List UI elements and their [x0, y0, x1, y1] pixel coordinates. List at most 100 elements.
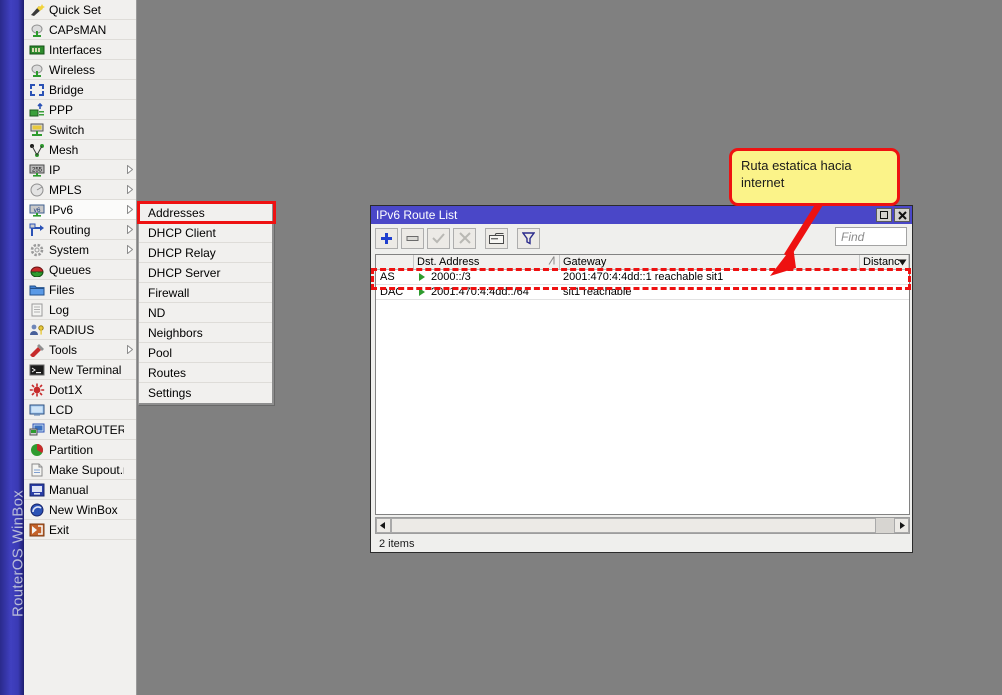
sidebar-item-ppp[interactable]: PPP [24, 100, 136, 120]
lcd-icon [28, 402, 45, 418]
chevron-right-icon [124, 185, 136, 194]
sidebar-item-manual[interactable]: Manual [24, 480, 136, 500]
submenu-item-dhcp-server[interactable]: DHCP Server [139, 263, 272, 283]
submenu-item-settings[interactable]: Settings [139, 383, 272, 403]
sidebar-item-label: MetaROUTER [49, 423, 124, 437]
sidebar-item-label: Make Supout.rif [49, 463, 124, 477]
log-icon [28, 302, 45, 318]
sidebar-item-interfaces[interactable]: Interfaces [24, 40, 136, 60]
main-menu: Quick SetCAPsMANInterfacesWirelessBridge… [24, 0, 137, 695]
sidebar-item-routing[interactable]: Routing [24, 220, 136, 240]
mpls-icon [28, 182, 45, 198]
column-header-flags[interactable] [376, 255, 414, 269]
close-icon[interactable] [894, 208, 910, 222]
submenu-item-dhcp-client[interactable]: DHCP Client [139, 223, 272, 243]
enable-route-button[interactable] [427, 228, 450, 249]
filter-icon[interactable] [517, 228, 540, 249]
column-header-dst-address[interactable]: Dst. Address [414, 255, 560, 269]
sidebar-item-new-terminal[interactable]: New Terminal [24, 360, 136, 380]
sidebar-item-new-winbox[interactable]: New WinBox [24, 500, 136, 520]
sidebar-item-metarouter[interactable]: MetaROUTER [24, 420, 136, 440]
submenu-item-firewall[interactable]: Firewall [139, 283, 272, 303]
chevron-right-icon [124, 345, 136, 354]
sidebar-item-label: Exit [49, 523, 124, 537]
sidebar-item-label: IP [49, 163, 124, 177]
search-placeholder: Find [841, 230, 864, 244]
sidebar-item-files[interactable]: Files [24, 280, 136, 300]
access-point-icon [28, 22, 45, 38]
svg-text:v6: v6 [33, 206, 40, 213]
sidebar-item-dot1x[interactable]: Dot1X [24, 380, 136, 400]
ipv6-route-list-window: IPv6 Route List [370, 205, 913, 553]
new-winbox-icon [28, 502, 45, 518]
submenu-item-label: Pool [148, 346, 172, 360]
sidebar-item-mpls[interactable]: MPLS [24, 180, 136, 200]
submenu-item-addresses[interactable]: Addresses [139, 203, 272, 223]
callout-note: Ruta estatica hacia internet [729, 148, 900, 206]
submenu-item-label: Routes [148, 366, 186, 380]
route-dst-address-cell: 2001:470:4:4dd::/64 [414, 286, 560, 298]
search-input[interactable]: Find [835, 227, 907, 246]
sidebar-item-label: LCD [49, 403, 124, 417]
horizontal-scrollbar[interactable] [375, 517, 910, 534]
scrollbar-thumb[interactable] [391, 518, 876, 533]
sidebar-item-log[interactable]: Log [24, 300, 136, 320]
sidebar-item-queues[interactable]: Queues [24, 260, 136, 280]
sidebar-item-ip[interactable]: 255 IP [24, 160, 136, 180]
route-flags: DAC [376, 286, 414, 298]
column-header-gateway[interactable]: Gateway [560, 255, 860, 269]
add-route-button[interactable] [375, 228, 398, 249]
sidebar-item-wireless[interactable]: Wireless [24, 60, 136, 80]
chevron-right-icon [124, 205, 136, 214]
maximize-button[interactable] [876, 208, 892, 222]
sidebar-item-label: Log [49, 303, 124, 317]
sidebar-item-radius[interactable]: RADIUS [24, 320, 136, 340]
submenu-item-label: Settings [148, 386, 191, 400]
route-dst-address-cell: 2000::/3 [414, 271, 560, 283]
column-menu-chevron-down-icon[interactable] [896, 256, 908, 268]
tools-icon [28, 342, 45, 358]
table-row[interactable]: DAC2001:470:4:4dd::/64sit1 reachable [376, 285, 909, 300]
sidebar-item-ipv6[interactable]: v6IPv6 [24, 200, 136, 220]
chevron-right-icon [124, 225, 136, 234]
radius-key-icon [28, 322, 45, 338]
submenu-item-nd[interactable]: ND [139, 303, 272, 323]
ip-255-icon: 255 [28, 162, 45, 178]
submenu-item-routes[interactable]: Routes [139, 363, 272, 383]
window-title: IPv6 Route List [376, 208, 876, 222]
route-dst-address: 2000::/3 [431, 271, 471, 283]
scroll-right-arrow-icon[interactable] [894, 518, 909, 533]
table-row[interactable]: AS2000::/32001:470:4:4dd::1 reachable si… [376, 270, 909, 285]
window-titlebar[interactable]: IPv6 Route List [371, 206, 912, 224]
remove-route-button[interactable] [401, 228, 424, 249]
comment-button[interactable] [485, 228, 508, 249]
sidebar-item-capsman[interactable]: CAPsMAN [24, 20, 136, 40]
sort-ascending-icon [548, 256, 555, 268]
sidebar-item-tools[interactable]: Tools [24, 340, 136, 360]
sidebar-item-mesh[interactable]: Mesh [24, 140, 136, 160]
sidebar-item-partition[interactable]: Partition [24, 440, 136, 460]
submenu-item-label: DHCP Server [148, 266, 220, 280]
scrollbar-track[interactable] [876, 518, 894, 533]
disable-route-button[interactable] [453, 228, 476, 249]
submenu-item-pool[interactable]: Pool [139, 343, 272, 363]
sidebar-item-lcd[interactable]: LCD [24, 400, 136, 420]
scroll-left-arrow-icon[interactable] [376, 518, 391, 533]
sidebar-item-exit[interactable]: Exit [24, 520, 136, 540]
submenu-item-neighbors[interactable]: Neighbors [139, 323, 272, 343]
sidebar-item-switch[interactable]: Switch [24, 120, 136, 140]
document-icon [28, 462, 45, 478]
sidebar-item-label: Dot1X [49, 383, 124, 397]
sidebar-item-quick-set[interactable]: Quick Set [24, 0, 136, 20]
submenu-item-dhcp-relay[interactable]: DHCP Relay [139, 243, 272, 263]
chevron-right-icon [124, 165, 136, 174]
sidebar-item-make-supout-rif[interactable]: Make Supout.rif [24, 460, 136, 480]
sidebar-item-label: Partition [49, 443, 124, 457]
svg-text:255: 255 [31, 167, 42, 173]
chevron-right-icon [124, 245, 136, 254]
dot1x-icon [28, 382, 45, 398]
sidebar-item-bridge[interactable]: Bridge [24, 80, 136, 100]
sidebar-item-system[interactable]: System [24, 240, 136, 260]
submenu-item-label: DHCP Relay [148, 246, 216, 260]
column-header-label: Dst. Address [417, 256, 479, 268]
